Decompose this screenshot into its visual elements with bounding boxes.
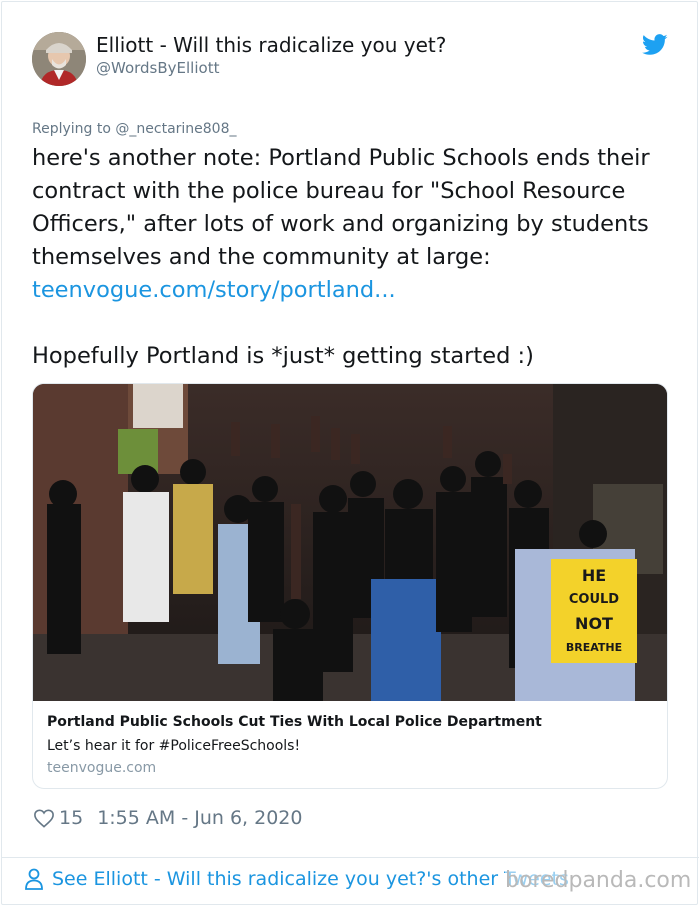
sign-line: BREATHE (565, 641, 623, 654)
person-icon (25, 868, 43, 890)
sign-line: NOT (575, 614, 613, 633)
card-title[interactable]: Portland Public Schools Cut Ties With Lo… (47, 714, 542, 730)
tweet-meta: 15 1:55 AM - Jun 6, 2020 (33, 805, 302, 831)
see-more-text[interactable]: See Elliott - Will this radicalize you y… (52, 868, 569, 890)
reply-context: Replying to @_nectarine808_ (32, 121, 237, 137)
reply-prefix: Replying to (32, 121, 111, 137)
tweet-link[interactable]: teenvogue.com/story/portland... (32, 277, 396, 303)
reply-to-handle[interactable]: @_nectarine808_ (115, 121, 236, 137)
watermark: boredpanda.com (505, 868, 692, 893)
author-avatar[interactable] (32, 32, 86, 86)
twitter-bird-icon[interactable] (642, 34, 668, 56)
protest-sign: HE COULD NOT BREATHE (553, 564, 635, 660)
card-domain: teenvogue.com (47, 760, 157, 776)
card-description: Let’s hear it for #PoliceFreeSchools! (47, 738, 301, 754)
author-handle[interactable]: @WordsByElliott (96, 59, 219, 77)
sign-line: COULD (568, 592, 620, 607)
see-more-link[interactable]: See Elliott - Will this radicalize you y… (24, 868, 569, 890)
heart-icon[interactable] (33, 808, 55, 828)
like-count[interactable]: 15 (59, 807, 83, 829)
tweet-body: here's another note: Portland Public Sch… (32, 142, 672, 373)
tweet-text-2: Hopefully Portland is *just* getting sta… (32, 343, 534, 369)
footer-divider (1, 857, 699, 858)
tweet-timestamp[interactable]: 1:55 AM - Jun 6, 2020 (97, 807, 302, 829)
author-name[interactable]: Elliott - Will this radicalize you yet? (96, 33, 446, 57)
sign-line: HE (581, 566, 607, 585)
link-preview-card[interactable]: HE COULD NOT BREATHE Portland Public Sch… (32, 383, 668, 789)
tweet-text: here's another note: Portland Public Sch… (32, 145, 650, 270)
